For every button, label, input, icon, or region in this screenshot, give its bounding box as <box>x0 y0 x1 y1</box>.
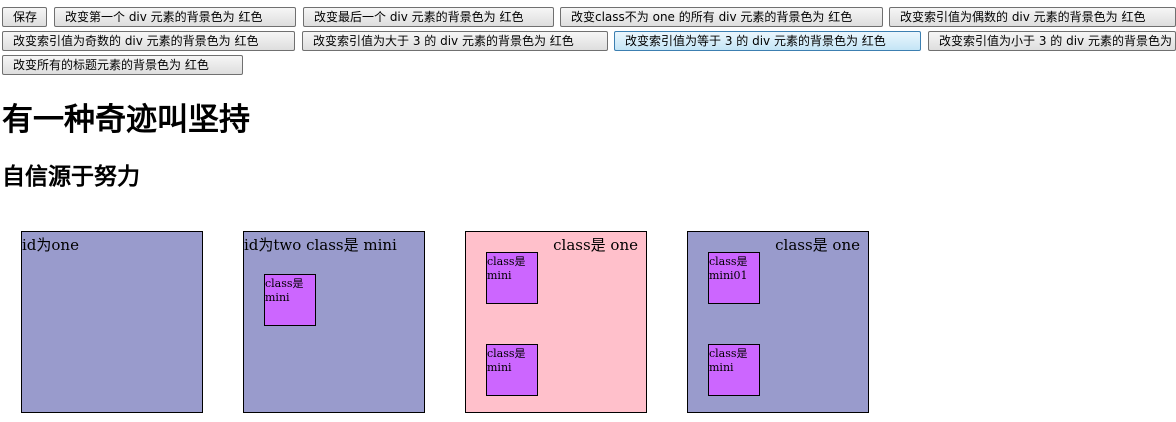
div-two: id为two class是 mini class是 mini <box>243 231 425 413</box>
change-odd-index-button[interactable]: 改变索引值为奇数的 div 元素的背景色为 红色 <box>2 31 295 51</box>
save-button[interactable]: 保存 <box>2 7 47 27</box>
div-one-label: id为one <box>22 236 79 254</box>
button-toolbar: 保存 改变第一个 div 元素的背景色为 红色 改变最后一个 div 元素的背景… <box>2 7 1176 75</box>
div-two-label: id为two class是 mini <box>244 236 397 254</box>
mini-box-label-line2: mini <box>265 291 290 304</box>
change-headings-button[interactable]: 改变所有的标题元素的背景色为 红色 <box>2 55 243 75</box>
change-first-div-button[interactable]: 改变第一个 div 元素的背景色为 红色 <box>54 7 296 27</box>
sub-heading: 自信源于努力 <box>2 164 140 190</box>
mini-box-label-line1: class是 <box>487 255 526 268</box>
div-class-one-label: class是 one <box>775 236 860 254</box>
change-not-one-class-button[interactable]: 改变class不为 one 的所有 div 元素的背景色为 红色 <box>560 7 883 27</box>
change-index-lt-3-button[interactable]: 改变索引值为小于 3 的 div 元素的背景色为 红色 <box>928 31 1176 51</box>
change-index-eq-3-button[interactable]: 改变索引值为等于 3 的 div 元素的背景色为 红色 <box>614 31 921 51</box>
change-even-index-button[interactable]: 改变索引值为偶数的 div 元素的背景色为 红色 <box>889 7 1176 27</box>
div-class-one-label: class是 one <box>553 236 638 254</box>
mini-box: class是 mini <box>264 274 316 326</box>
main-heading: 有一种奇迹叫坚持 <box>2 102 250 138</box>
mini-box-label-line2: mini <box>487 361 512 374</box>
mini-box: class是 mini <box>486 252 538 304</box>
mini-box-label-line1: class是 <box>709 347 748 360</box>
change-index-gt-3-button[interactable]: 改变索引值为大于 3 的 div 元素的背景色为 红色 <box>302 31 608 51</box>
mini-box-label-line2: mini <box>487 269 512 282</box>
mini-box-label-line1: class是 <box>709 255 748 268</box>
div-one: id为one <box>21 231 203 413</box>
mini-box-label-line2: mini <box>709 361 734 374</box>
mini-box: class是 mini01 <box>708 252 760 304</box>
mini-box: class是 mini <box>708 344 760 396</box>
mini-box-label-line1: class是 <box>487 347 526 360</box>
div-class-one-first: class是 one class是 mini class是 mini <box>465 231 647 413</box>
div-class-one-second: class是 one class是 mini01 class是 mini <box>687 231 869 413</box>
change-last-div-button[interactable]: 改变最后一个 div 元素的背景色为 红色 <box>303 7 554 27</box>
mini-box-label-line1: class是 <box>265 277 304 290</box>
mini-box-label-line2: mini01 <box>709 269 748 282</box>
mini-box: class是 mini <box>486 344 538 396</box>
